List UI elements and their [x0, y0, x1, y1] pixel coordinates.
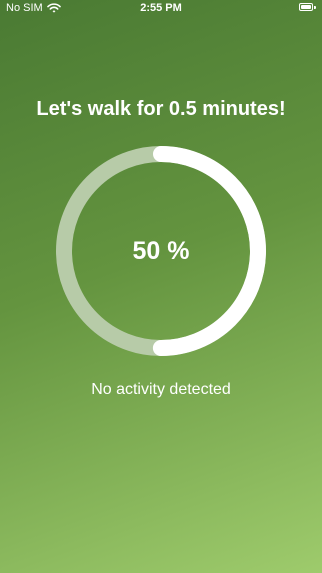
- battery-body: [299, 3, 313, 11]
- battery-nub: [314, 6, 316, 9]
- progress-ring: 50 %: [55, 145, 267, 357]
- status-time: 2:55 PM: [140, 2, 182, 14]
- goal-title: Let's walk for 0.5 minutes!: [36, 98, 286, 120]
- progress-percent: 50 %: [132, 236, 190, 265]
- activity-status: No activity detected: [91, 381, 231, 398]
- battery-icon: [299, 3, 316, 12]
- status-bar: No SIM 2:55 PM: [0, 0, 322, 18]
- battery-fill: [301, 5, 311, 9]
